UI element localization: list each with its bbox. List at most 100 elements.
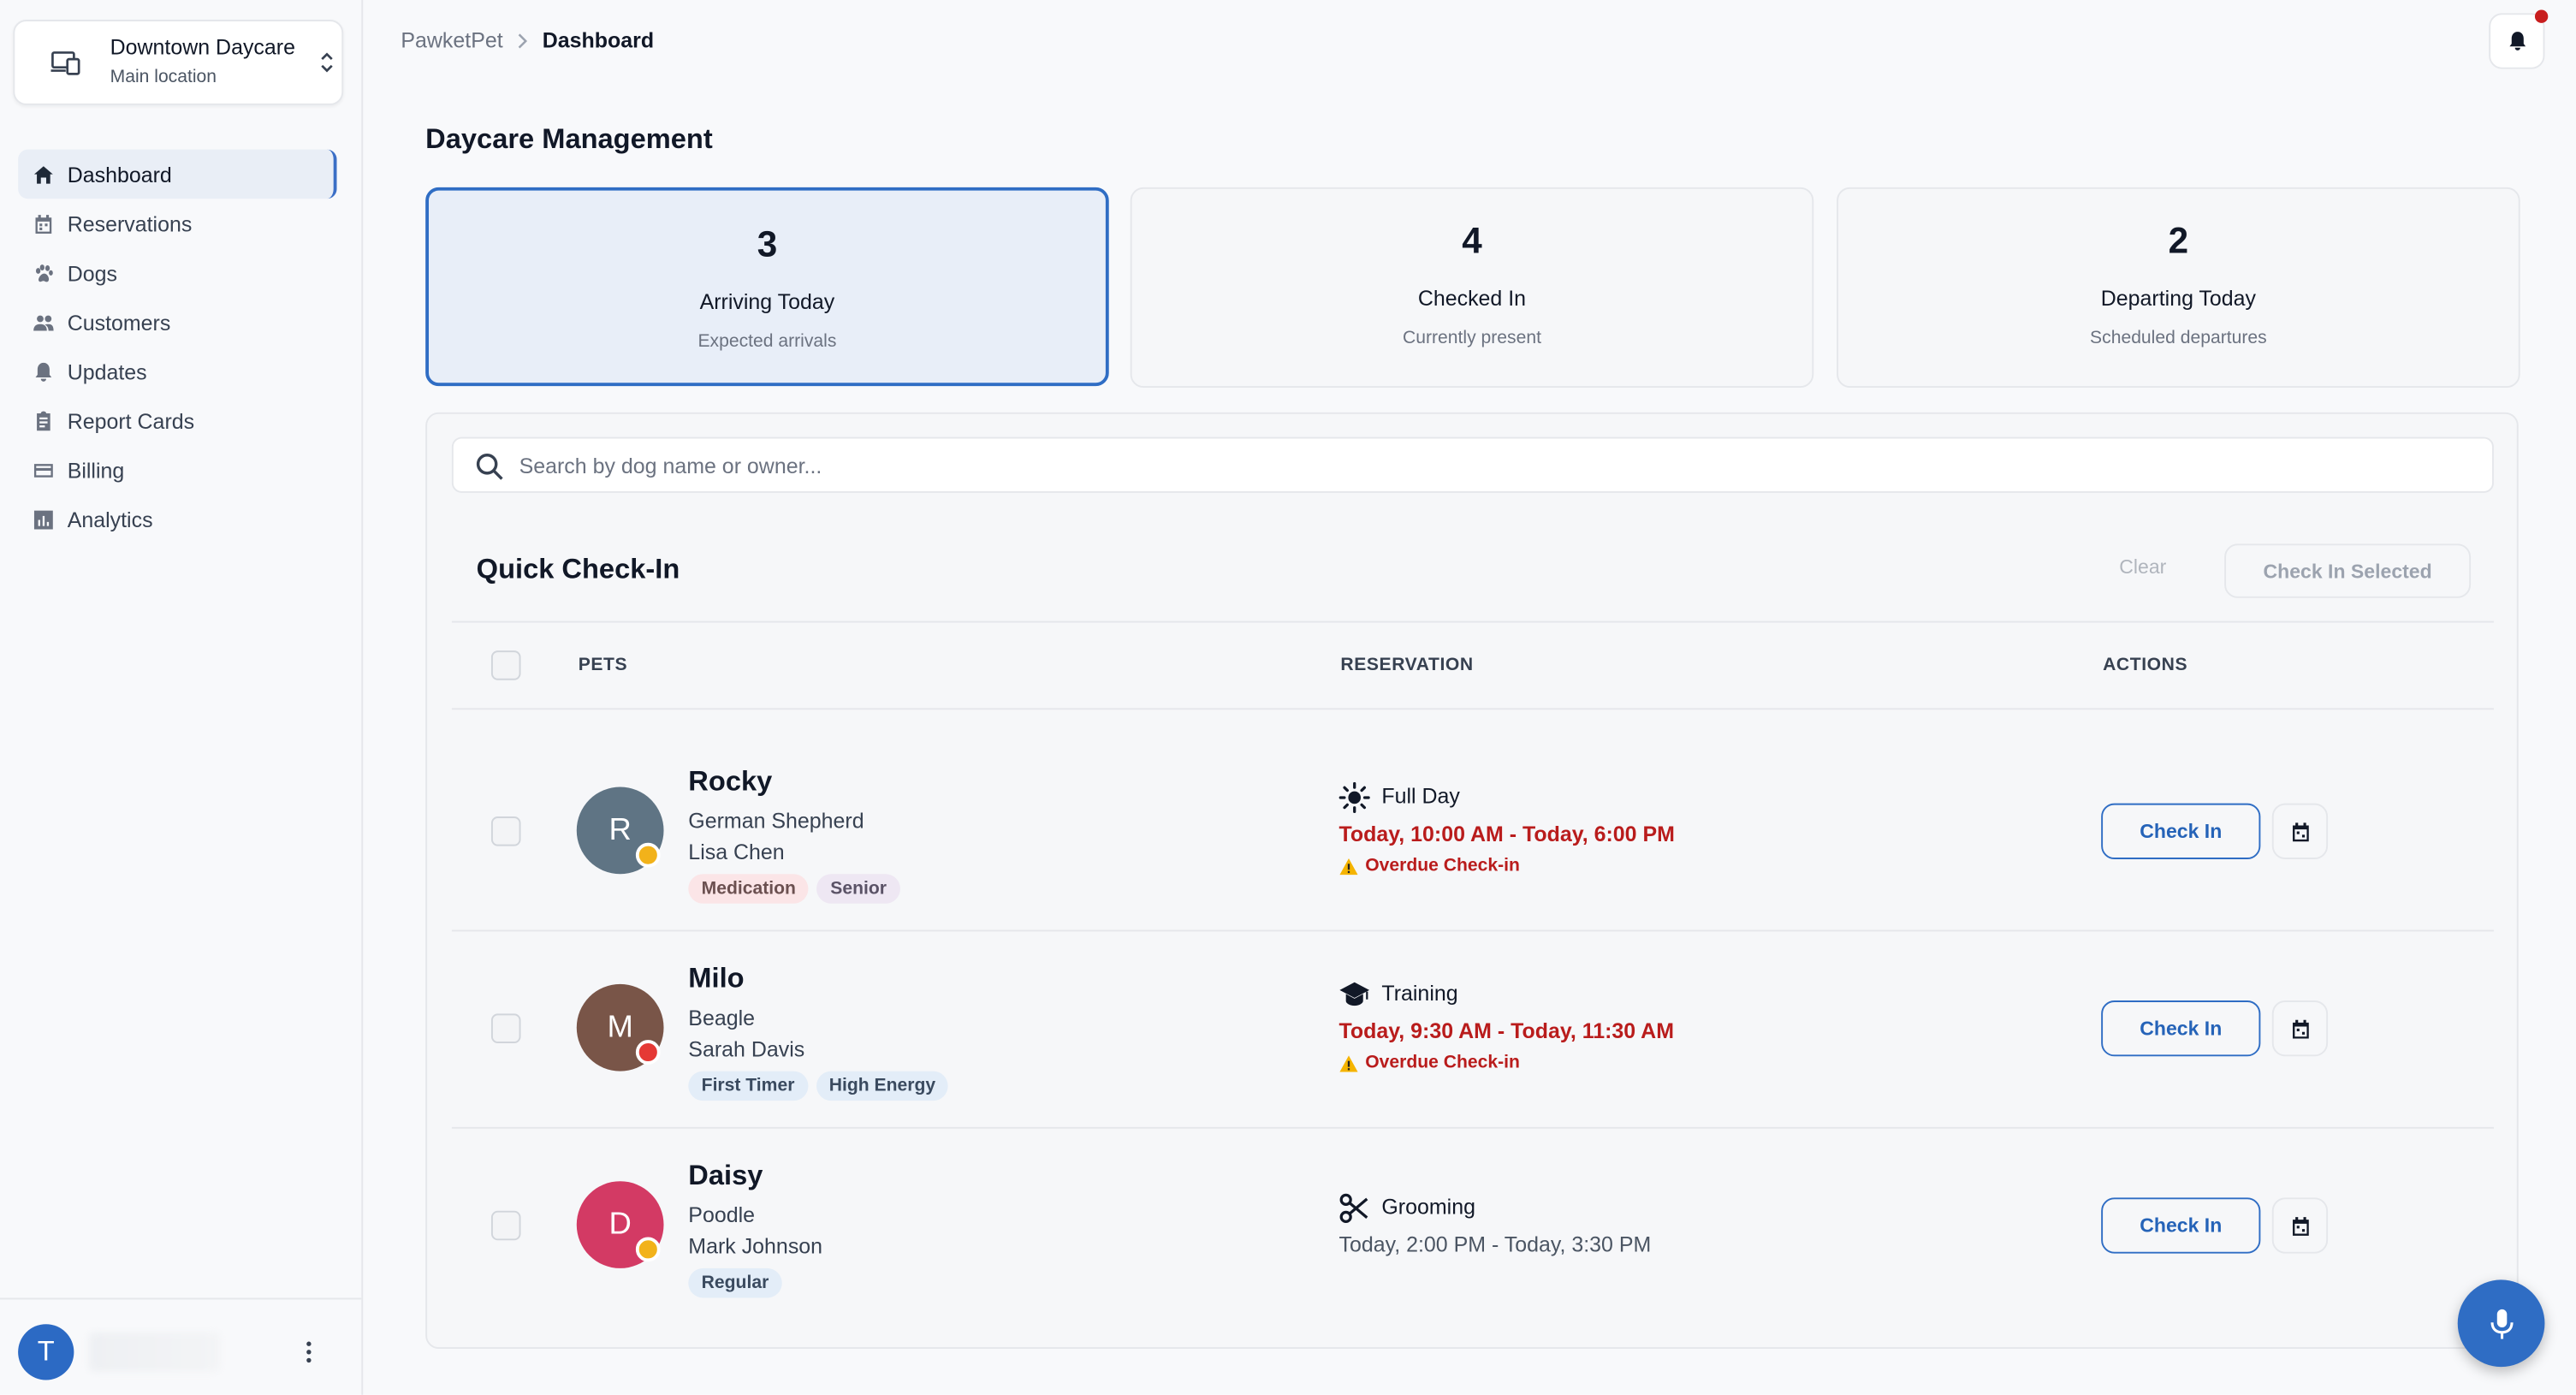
sidebar-item-label: Report Cards: [67, 408, 195, 433]
sidebar-item-reservations[interactable]: Reservations: [18, 199, 336, 248]
sidebar: Downtown Daycare Main location Dashboard…: [0, 0, 364, 1395]
search-icon: [476, 454, 503, 480]
sidebar-item-label: Updates: [67, 359, 147, 384]
stat-card-departing[interactable]: 2 Departing Today Scheduled departures: [1837, 187, 2520, 389]
stat-label: Departing Today: [2100, 286, 2257, 311]
sidebar-item-updates[interactable]: Updates: [18, 347, 336, 396]
sidebar-item-label: Reservations: [67, 211, 193, 236]
overdue-notice: Overdue Check-in: [1338, 856, 1520, 876]
check-in-selected-button[interactable]: Check In Selected: [2224, 543, 2472, 598]
overdue-label: Overdue Check-in: [1365, 1053, 1520, 1073]
sidebar-item-billing[interactable]: Billing: [18, 445, 336, 495]
calendar-icon: [2292, 1018, 2308, 1038]
sidebar-item-customers[interactable]: Customers: [18, 297, 336, 347]
service-name: Training: [1381, 981, 1458, 1006]
stat-subtitle: Currently present: [1402, 328, 1541, 348]
search-input[interactable]: [519, 438, 2474, 491]
location-subtitle: Main location: [110, 67, 217, 87]
bell-icon: [2508, 32, 2526, 50]
sidebar-item-dogs[interactable]: Dogs: [18, 248, 336, 298]
sidebar-item-report-cards[interactable]: Report Cards: [18, 396, 336, 446]
stat-label: Arriving Today: [699, 288, 835, 314]
pet-name[interactable]: Daisy: [688, 1160, 763, 1192]
row-checkbox[interactable]: [490, 1210, 521, 1241]
graduation-cap-icon: [1339, 982, 1370, 1006]
credit-card-icon: [31, 459, 54, 482]
stat-label: Checked In: [1417, 286, 1527, 311]
clear-button[interactable]: Clear: [2119, 555, 2166, 579]
search-box: [451, 436, 2494, 493]
tag-badge: Medication: [688, 874, 810, 904]
tag-badge: First Timer: [688, 1071, 808, 1101]
pet-name[interactable]: Milo: [688, 963, 744, 995]
stat-value: 4: [1462, 220, 1482, 262]
sidebar-item-dashboard[interactable]: Dashboard: [18, 149, 337, 199]
tag-badge: High Energy: [816, 1071, 949, 1101]
schedule-button[interactable]: [2271, 1197, 2329, 1254]
check-in-button[interactable]: Check In: [2101, 1197, 2261, 1254]
calendar-icon: [2292, 1216, 2308, 1235]
overdue-notice: Overdue Check-in: [1338, 1053, 1520, 1073]
row-checkbox[interactable]: [490, 816, 521, 846]
pet-breed: Poodle: [688, 1202, 756, 1227]
chevron-right-icon: [519, 33, 528, 48]
pet-breed: German Shepherd: [688, 808, 864, 834]
check-in-button[interactable]: Check In: [2101, 1000, 2261, 1057]
paw-icon: [31, 261, 54, 284]
notifications-button[interactable]: [2489, 13, 2545, 69]
pet-tags: First Timer High Energy: [688, 1071, 949, 1101]
divider: [451, 620, 2494, 623]
stat-card-checked-in[interactable]: 4 Checked In Currently present: [1130, 187, 1814, 389]
table-row: D Daisy Poodle Mark Johnson Regular Groo…: [427, 1127, 2520, 1324]
voice-assistant-button[interactable]: [2457, 1279, 2545, 1368]
bell-icon: [31, 359, 54, 383]
divider: [451, 708, 2494, 710]
table-row: M Milo Beagle Sarah Davis First Timer Hi…: [427, 929, 2520, 1126]
sidebar-item-label: Billing: [67, 457, 125, 483]
microphone-icon: [2490, 1308, 2513, 1339]
column-header-actions: ACTIONS: [2103, 655, 2188, 675]
sidebar-nav: Dashboard Reservations Dogs Customers Up…: [18, 149, 337, 544]
location-name: Downtown Daycare: [110, 34, 295, 60]
user-avatar[interactable]: T: [18, 1324, 74, 1380]
sun-icon: [1338, 781, 1370, 814]
service-name: Grooming: [1381, 1194, 1475, 1220]
notification-badge: [2534, 9, 2549, 23]
location-switcher[interactable]: Downtown Daycare Main location: [13, 20, 344, 105]
stat-subtitle: Scheduled departures: [2090, 328, 2267, 348]
warning-icon: [1339, 858, 1358, 875]
pet-owner: Lisa Chen: [688, 839, 785, 864]
select-all-checkbox[interactable]: [490, 650, 521, 680]
quick-checkin-title: Quick Check-In: [476, 553, 680, 585]
check-in-button[interactable]: Check In: [2101, 803, 2261, 859]
schedule-button[interactable]: [2271, 803, 2329, 859]
clipboard-icon: [31, 409, 54, 432]
service-name: Full Day: [1381, 783, 1460, 809]
stat-card-arriving[interactable]: 3 Arriving Today Expected arrivals: [425, 187, 1109, 387]
stat-value: 2: [2168, 220, 2189, 262]
pet-tags: Medication Senior: [688, 874, 900, 904]
schedule-button[interactable]: [2271, 1000, 2329, 1057]
scissors-icon: [1339, 1193, 1368, 1224]
status-dot: [635, 1237, 661, 1262]
pet-name[interactable]: Rocky: [688, 766, 772, 798]
breadcrumb-root[interactable]: PawketPet: [401, 28, 502, 53]
row-checkbox[interactable]: [490, 1013, 521, 1043]
breadcrumb: PawketPet Dashboard: [401, 28, 654, 53]
pet-owner: Sarah Davis: [688, 1036, 805, 1062]
status-dot: [635, 1040, 661, 1065]
stat-value: 3: [757, 223, 778, 265]
tag-badge: Regular: [688, 1267, 782, 1298]
people-icon: [31, 311, 54, 334]
stat-subtitle: Expected arrivals: [697, 331, 837, 352]
sidebar-footer: T: [0, 1297, 362, 1394]
tag-badge: Senior: [816, 874, 900, 904]
overdue-label: Overdue Check-in: [1365, 856, 1520, 876]
sidebar-item-label: Dashboard: [67, 162, 172, 187]
sidebar-item-label: Analytics: [67, 507, 153, 531]
sidebar-item-analytics[interactable]: Analytics: [18, 495, 336, 544]
user-info-blurred: [88, 1332, 221, 1372]
devices-icon: [50, 51, 80, 75]
more-vertical-icon[interactable]: [300, 1339, 317, 1365]
reservation-time: Today, 2:00 PM - Today, 3:30 PM: [1338, 1232, 1652, 1257]
